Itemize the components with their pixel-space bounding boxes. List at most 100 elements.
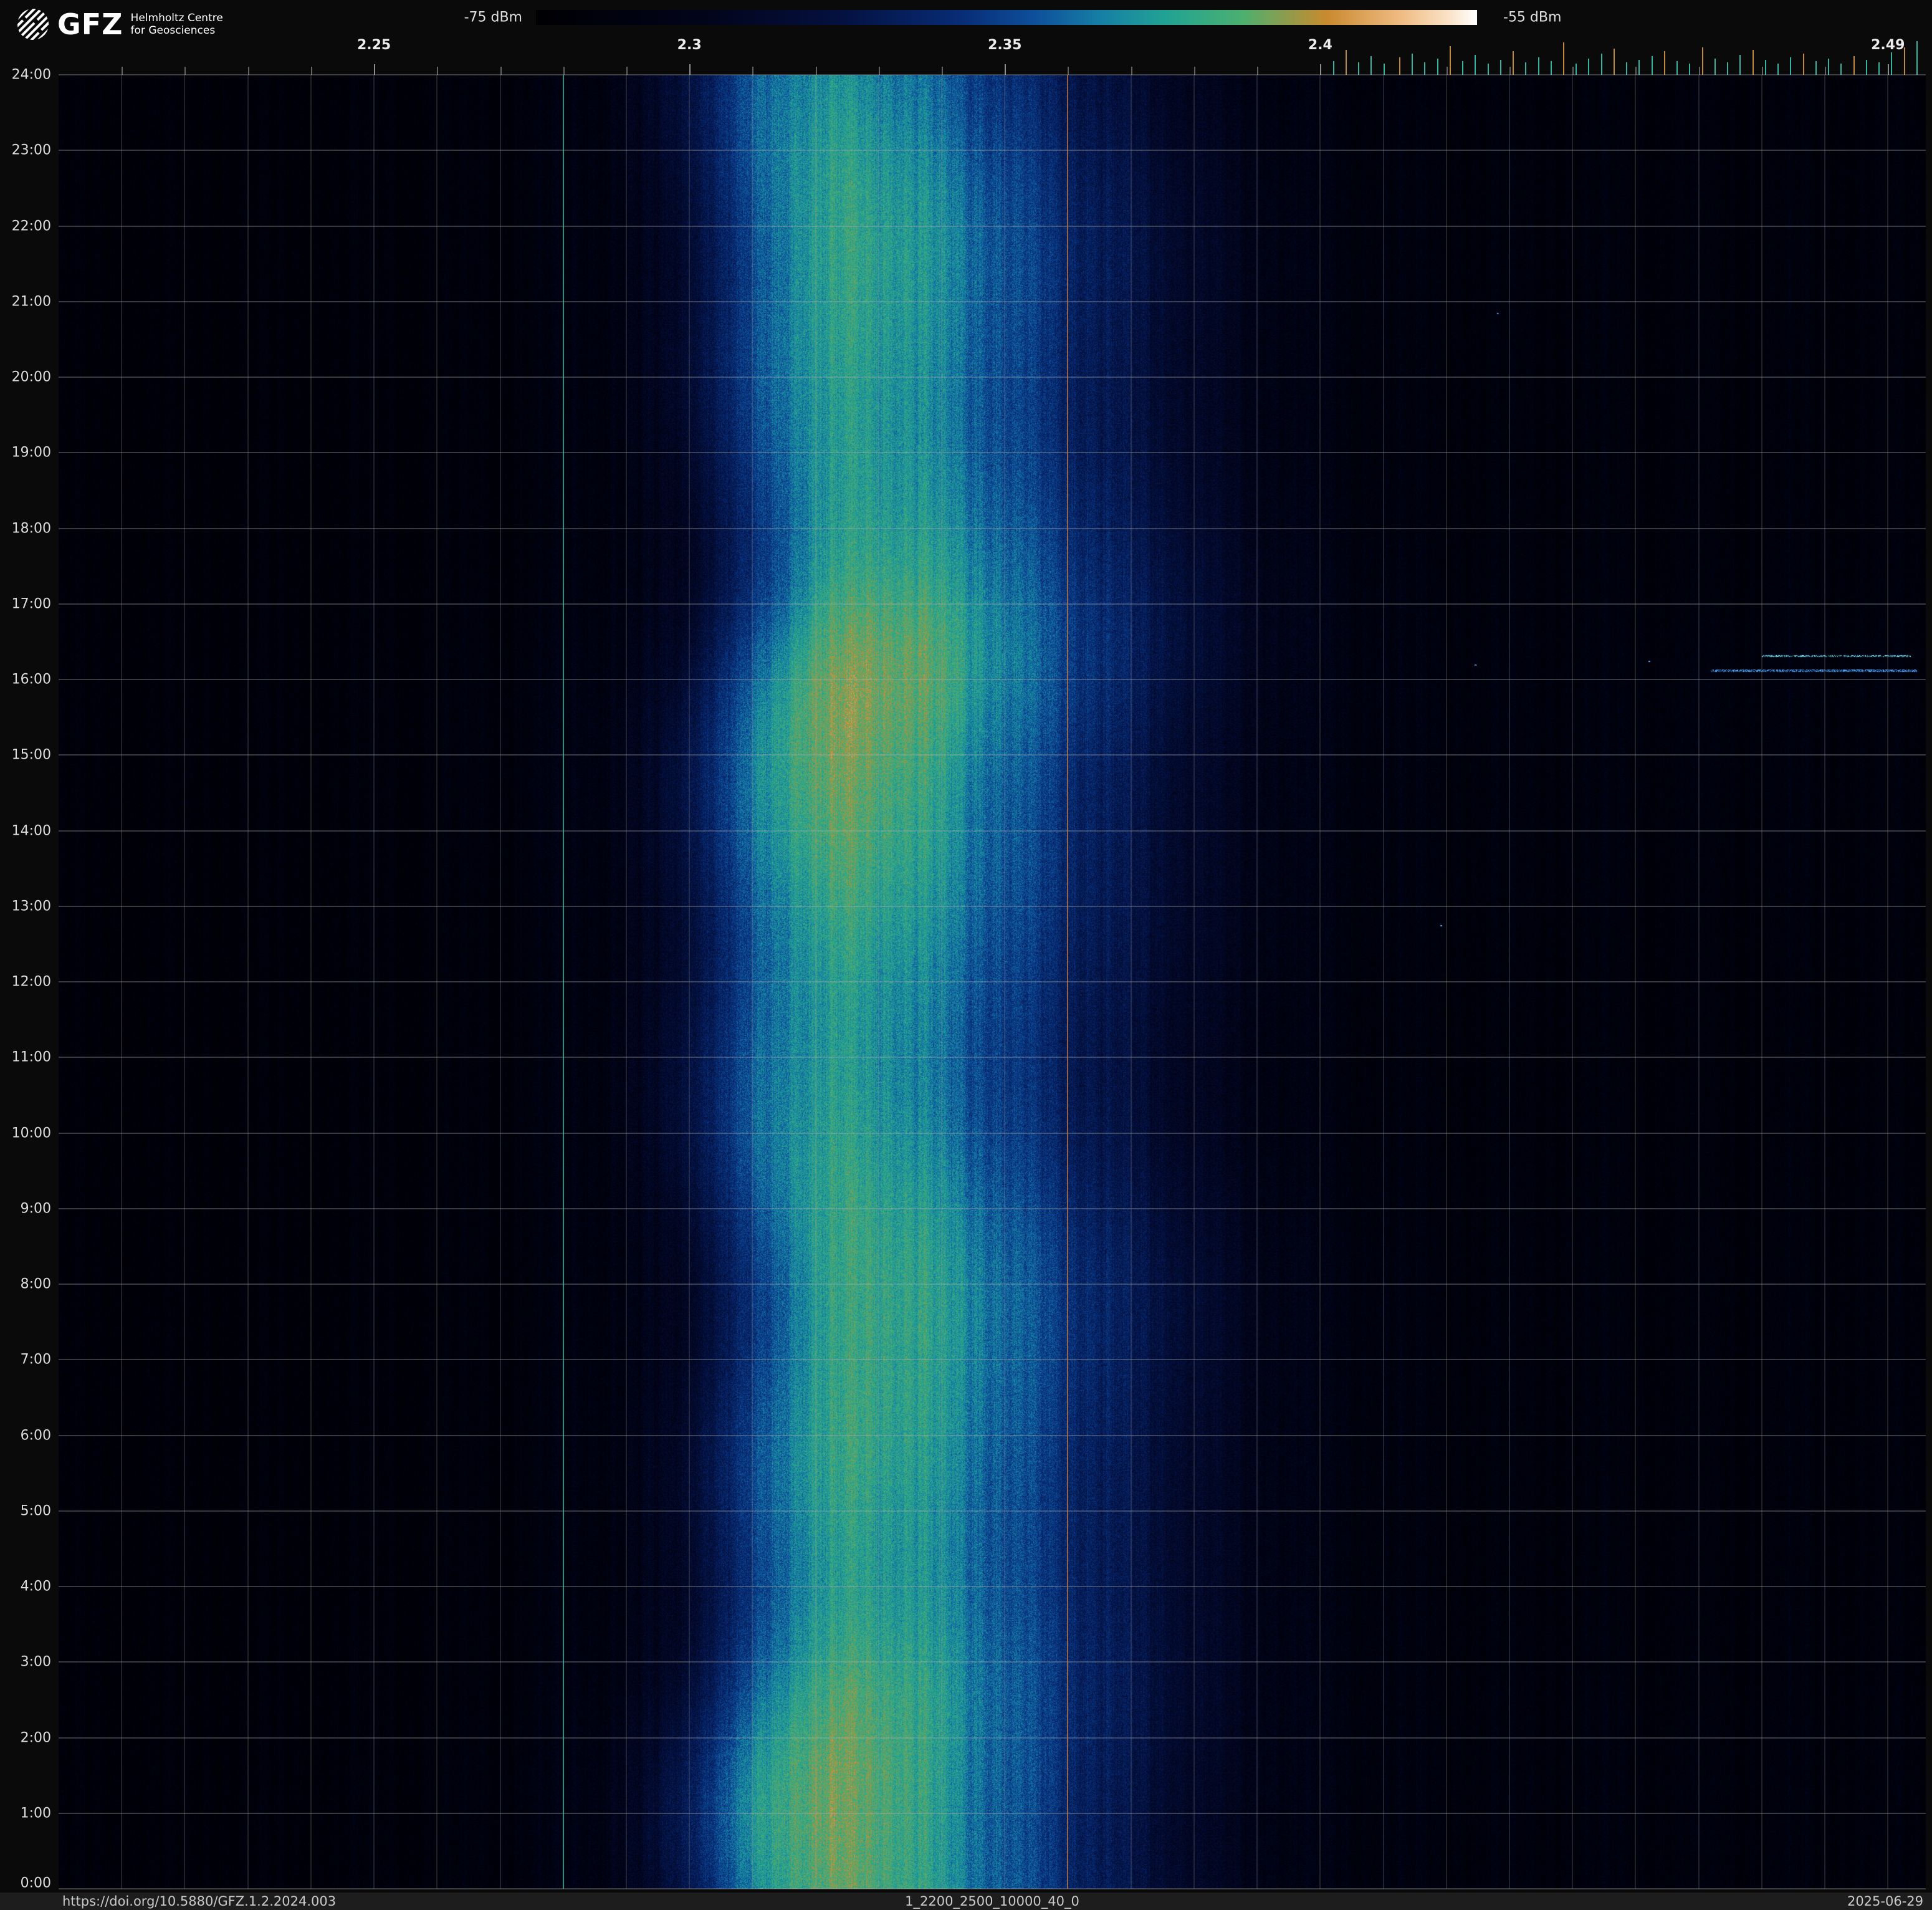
time-tick-label: 13:00 — [11, 898, 51, 914]
time-tick-label: 7:00 — [20, 1351, 51, 1368]
channel-marker-tick — [1576, 64, 1577, 75]
time-axis: 24:00 23:00 22:00 21:00 20:00 19:00 18:00 17:00… — [0, 67, 55, 1891]
channel-marker-tick — [1815, 61, 1817, 75]
channel-marker-tick — [1663, 51, 1665, 75]
channel-marker-tick — [1752, 50, 1754, 75]
time-tick-label: 8:00 — [20, 1276, 51, 1292]
freq-axis-tick — [1320, 64, 1322, 75]
time-tick-label: 4:00 — [20, 1578, 51, 1595]
channel-marker-tick — [1424, 62, 1426, 75]
freq-axis-tick — [626, 67, 628, 75]
channel-marker-tick — [1449, 46, 1451, 75]
channel-marker-tick — [1600, 54, 1602, 75]
time-tick-label: 10:00 — [11, 1125, 51, 1141]
time-tick-label: 14:00 — [11, 823, 51, 838]
freq-axis-tick — [1509, 67, 1511, 75]
channel-marker-tick — [1865, 60, 1867, 75]
channel-marker-tick — [1638, 60, 1640, 75]
channel-marker-tick — [1499, 60, 1501, 75]
freq-axis-tick — [1825, 67, 1827, 75]
freq-axis-tick — [247, 67, 249, 75]
channel-marker-tick — [1383, 64, 1385, 75]
channel-marker-tick — [1853, 56, 1855, 75]
time-tick-label: 21:00 — [11, 294, 51, 310]
freq-axis-tick — [1446, 67, 1448, 75]
channel-marker-tick — [1563, 42, 1564, 75]
freq-axis-tick — [1257, 67, 1259, 75]
time-tick-label: 18:00 — [11, 521, 51, 536]
channel-marker-tick — [1764, 60, 1766, 75]
freq-tick-label: 2.35 — [988, 37, 1022, 53]
freq-axis-tick — [1068, 67, 1069, 75]
spectrogram-page: GFZ Helmholtz Centre for Geosciences -75… — [0, 0, 1932, 1910]
channel-marker-tick — [1626, 62, 1628, 75]
time-tick-label: 11:00 — [11, 1049, 51, 1065]
freq-axis-tick — [1131, 67, 1132, 75]
freq-axis-tick — [878, 67, 880, 75]
channel-marker-tick — [1399, 57, 1400, 75]
spectrogram-canvas — [59, 75, 1926, 1889]
freq-axis-tick — [374, 64, 376, 75]
time-tick-label: 19:00 — [11, 444, 51, 461]
time-tick-label: 9:00 — [20, 1201, 51, 1217]
channel-marker-tick — [1714, 59, 1716, 75]
time-tick-label: 24:00 — [11, 67, 51, 83]
freq-axis-tick — [500, 67, 502, 75]
freq-axis-tick — [1635, 67, 1637, 75]
channel-marker-tick — [1739, 55, 1741, 75]
capture-filename: 1_2200_2500_10000_40_0 — [905, 1894, 1079, 1909]
channel-marker-tick — [1437, 59, 1438, 75]
spectrogram-plot — [59, 74, 1926, 1889]
freq-axis-tick — [184, 67, 186, 75]
freq-axis-tick — [752, 67, 754, 75]
time-tick-label: 6:00 — [20, 1428, 51, 1443]
time-tick-label: 15:00 — [11, 747, 51, 763]
channel-marker-tick — [1332, 61, 1334, 75]
time-tick-label: 1:00 — [20, 1805, 51, 1821]
channel-marker-tick — [1358, 62, 1360, 75]
channel-marker-tick — [1412, 54, 1413, 75]
time-tick-label: 2:00 — [20, 1730, 51, 1745]
freq-axis-tick — [1572, 67, 1574, 75]
gfz-globe-icon — [17, 9, 49, 40]
channel-marker-tick — [1689, 64, 1691, 75]
channel-marker-tick — [1727, 62, 1729, 75]
channel-marker-tick — [1613, 49, 1615, 75]
channel-marker-tick — [1878, 62, 1880, 75]
time-tick-label: 12:00 — [11, 974, 51, 990]
freq-axis-tick — [942, 67, 944, 75]
footer-bar: https://doi.org/10.5880/GFZ.1.2.2024.003… — [0, 1893, 1932, 1910]
channel-marker-tick — [1891, 52, 1893, 75]
channel-marker-tick — [1475, 55, 1476, 75]
freq-axis-tick — [1005, 64, 1007, 75]
channel-marker-tick — [1537, 57, 1539, 75]
time-tick-label: 23:00 — [11, 142, 51, 158]
channel-marker-tick — [1802, 54, 1804, 75]
capture-date: 2025-06-29 — [1847, 1894, 1923, 1909]
time-tick-label: 17:00 — [11, 596, 51, 612]
freq-axis-tick — [1761, 67, 1763, 75]
channel-marker-tick — [1676, 61, 1678, 75]
time-tick-label: 5:00 — [20, 1503, 51, 1519]
channel-marker-tick — [1828, 59, 1830, 75]
channel-marker-tick — [1840, 64, 1842, 75]
channel-marker-tick — [1916, 41, 1918, 75]
channel-marker-tick — [1777, 64, 1779, 75]
freq-axis-tick — [437, 67, 439, 75]
freq-axis-tick — [815, 67, 817, 75]
channel-marker-tick — [1903, 47, 1905, 75]
channel-marker-tick — [1550, 61, 1552, 75]
freq-axis-tick — [1698, 67, 1700, 75]
time-tick-label: 0:00 — [20, 1875, 51, 1891]
channel-marker-tick — [1701, 47, 1703, 75]
time-tick-label: 16:00 — [11, 671, 51, 688]
freq-tick-label: 2.49 — [1871, 37, 1905, 53]
channel-marker-tick — [1588, 59, 1590, 75]
freq-axis-tick — [1888, 64, 1890, 75]
channel-marker-tick — [1370, 56, 1372, 75]
freq-tick-label: 2.25 — [356, 37, 391, 53]
time-tick-label: 22:00 — [11, 218, 51, 234]
channel-marker-tick — [1487, 64, 1489, 75]
time-tick-label: 20:00 — [11, 369, 51, 385]
frequency-axis: 2.25 2.3 2.35 2.4 2.49 — [59, 0, 1926, 75]
